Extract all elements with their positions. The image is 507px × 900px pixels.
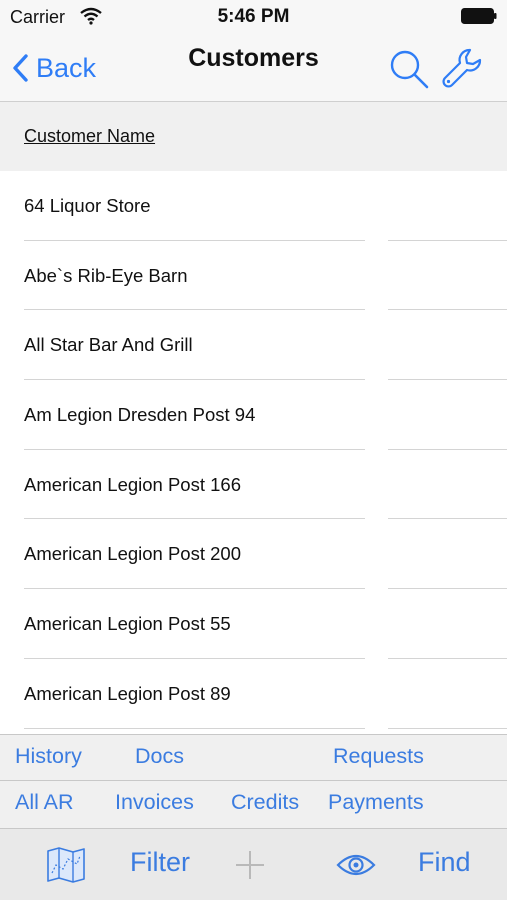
plus-icon[interactable] xyxy=(234,849,266,881)
back-button-label: Back xyxy=(36,52,97,83)
back-button[interactable]: Back xyxy=(12,50,96,86)
row-divider xyxy=(24,727,365,729)
navigation-bar: Back Customers xyxy=(0,36,507,102)
docs-button[interactable]: Docs xyxy=(135,744,184,769)
wrench-icon[interactable] xyxy=(440,46,484,90)
customer-name: 64 Liquor Store xyxy=(24,195,151,216)
invoices-button[interactable]: Invoices xyxy=(115,790,194,815)
list-item[interactable]: Abe`s Rib-Eye Barn xyxy=(0,241,507,311)
map-icon[interactable] xyxy=(46,847,86,883)
filter-button[interactable]: Filter xyxy=(130,847,190,878)
customer-list[interactable]: 64 Liquor Store Abe`s Rib-Eye Barn All S… xyxy=(0,171,507,734)
battery-icon xyxy=(461,8,497,24)
bottom-toolbar: Filter Find xyxy=(0,829,507,900)
list-item[interactable]: American Legion Post 55 xyxy=(0,589,507,659)
list-item[interactable]: American Legion Post 166 xyxy=(0,450,507,520)
customer-name: Am Legion Dresden Post 94 xyxy=(24,404,256,426)
list-item[interactable]: American Legion Post 200 xyxy=(0,519,507,590)
customer-name: American Legion Post 166 xyxy=(24,473,241,495)
status-bar: Carrier 5:46 PM xyxy=(0,0,507,36)
requests-button[interactable]: Requests xyxy=(333,744,424,769)
action-bar-secondary: All AR Invoices Credits Payments xyxy=(0,781,507,829)
action-bar-primary: History Docs Requests xyxy=(0,734,507,781)
customer-name: American Legion Post 89 xyxy=(24,682,231,704)
list-item[interactable]: Am Legion Dresden Post 94 xyxy=(0,380,507,450)
customer-name: American Legion Post 55 xyxy=(24,613,231,635)
status-time: 5:46 PM xyxy=(217,6,290,27)
customer-name: All Star Bar And Grill xyxy=(24,334,193,356)
eye-icon[interactable] xyxy=(336,851,376,879)
list-item[interactable]: 64 Liquor Store xyxy=(0,171,507,241)
customer-name: Abe`s Rib-Eye Barn xyxy=(24,264,188,286)
credits-button[interactable]: Credits xyxy=(231,790,299,815)
payments-button[interactable]: Payments xyxy=(328,790,424,815)
history-button[interactable]: History xyxy=(15,744,82,769)
find-button[interactable]: Find xyxy=(418,847,471,878)
search-icon[interactable] xyxy=(388,48,430,90)
row-divider xyxy=(388,727,507,729)
customer-name: American Legion Post 200 xyxy=(24,543,241,565)
chevron-left-icon xyxy=(13,54,28,82)
column-header: Customer Name xyxy=(0,102,507,171)
all-ar-button[interactable]: All AR xyxy=(15,790,74,815)
list-item[interactable]: American Legion Post 89 xyxy=(0,659,507,729)
column-header-customer-name[interactable]: Customer Name xyxy=(24,126,155,147)
list-item[interactable]: All Star Bar And Grill xyxy=(0,310,507,381)
